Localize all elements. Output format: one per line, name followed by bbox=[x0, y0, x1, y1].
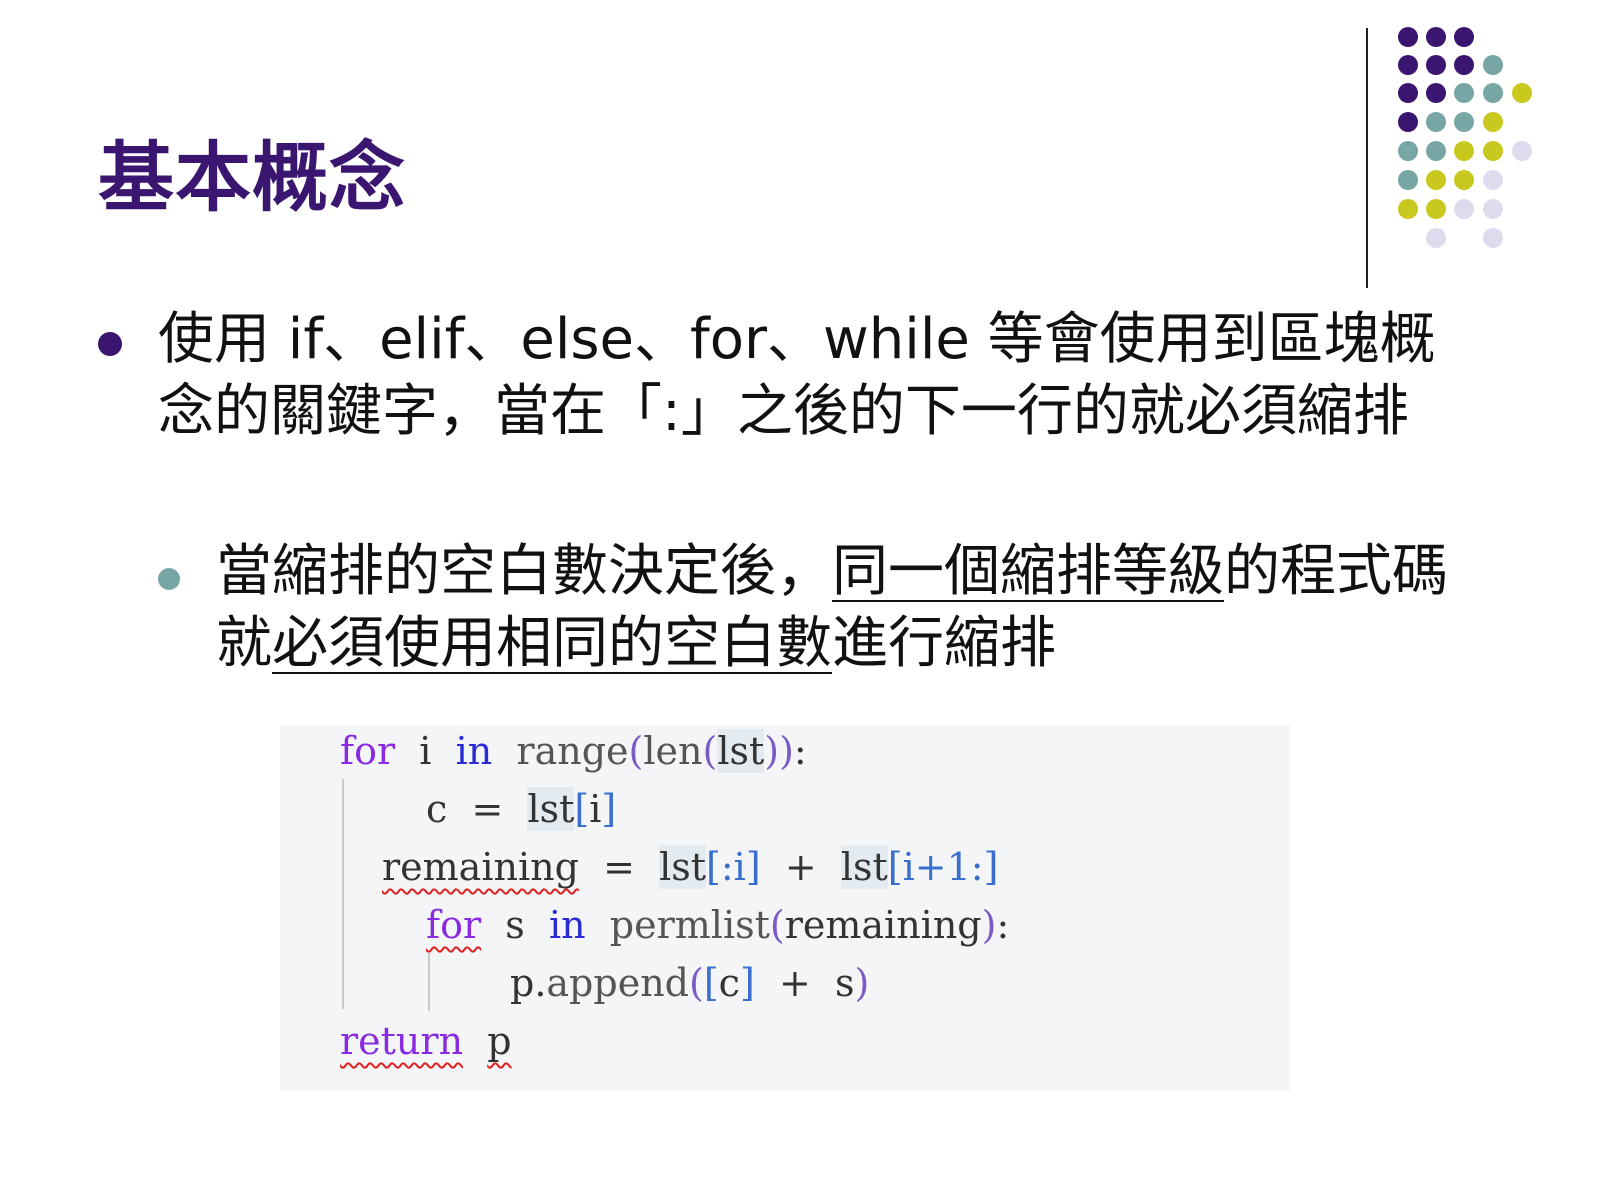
code-variable: p. bbox=[510, 961, 547, 1005]
dot bbox=[1398, 83, 1418, 103]
dot bbox=[1398, 141, 1418, 161]
dot bbox=[1483, 170, 1503, 190]
code-operator: + bbox=[778, 961, 811, 1005]
bullet2-part1: 當縮排的空白數決定後， bbox=[216, 539, 832, 604]
dot bbox=[1454, 199, 1474, 219]
code-function: permlist bbox=[609, 903, 770, 947]
code-paren: ( bbox=[769, 903, 785, 947]
code-colon: : bbox=[793, 729, 807, 773]
dot bbox=[1454, 170, 1474, 190]
code-line-1: for i in range(len(lst)): bbox=[340, 727, 807, 775]
dot bbox=[1426, 83, 1446, 103]
code-slice: [:i] bbox=[706, 845, 761, 889]
bullet2-underlined-2: 必須使用相同的空白數 bbox=[272, 611, 832, 676]
dot bbox=[1426, 170, 1446, 190]
dot bbox=[1454, 83, 1474, 103]
dot bbox=[1398, 170, 1418, 190]
code-bracket: ] bbox=[601, 787, 617, 831]
dot bbox=[1454, 55, 1474, 75]
code-variable: s bbox=[834, 961, 855, 1005]
code-keyword: for bbox=[340, 729, 396, 773]
code-keyword: for bbox=[426, 903, 482, 947]
dot bbox=[1483, 83, 1503, 103]
code-paren: ( bbox=[702, 729, 718, 773]
code-line-3: remaining = lst[:i] + lst[i+1:] bbox=[382, 843, 998, 891]
code-snippet: for i in range(len(lst)): c = lst[i] rem… bbox=[280, 725, 1290, 1091]
dot bbox=[1483, 228, 1503, 248]
dot bbox=[1483, 55, 1503, 75]
dot bbox=[1454, 27, 1474, 47]
indent-guide bbox=[428, 953, 430, 1011]
code-colon: : bbox=[996, 903, 1010, 947]
dot bbox=[1454, 112, 1474, 132]
code-paren: ) bbox=[981, 903, 997, 947]
dot bbox=[1483, 199, 1503, 219]
code-bracket: ] bbox=[739, 961, 755, 1005]
dot bbox=[1483, 141, 1503, 161]
code-keyword: in bbox=[455, 729, 493, 773]
code-variable: remaining bbox=[382, 845, 579, 889]
divider-line bbox=[1366, 28, 1368, 288]
code-function: len bbox=[643, 729, 703, 773]
bullet2-part5: 進行縮排 bbox=[832, 611, 1056, 676]
dot bbox=[1512, 141, 1532, 161]
code-paren: ) bbox=[854, 961, 870, 1005]
code-line-5: p.append([c] + s) bbox=[510, 959, 869, 1007]
code-keyword: return bbox=[340, 1019, 464, 1063]
code-variable: remaining bbox=[784, 903, 982, 947]
code-variable: lst bbox=[527, 787, 575, 831]
code-function: range bbox=[516, 729, 629, 773]
bullet-dot-level2 bbox=[158, 568, 180, 590]
bullet2-text: 當縮排的空白數決定後，同一個縮排等級的程式碼就必須使用相同的空白數進行縮排 bbox=[216, 536, 1486, 680]
dot bbox=[1483, 112, 1503, 132]
code-slice: [i+1:] bbox=[887, 845, 999, 889]
code-variable: p bbox=[487, 1019, 512, 1063]
dot bbox=[1426, 141, 1446, 161]
code-bracket: [ bbox=[574, 787, 590, 831]
dot bbox=[1398, 27, 1418, 47]
dot bbox=[1398, 55, 1418, 75]
code-function: append bbox=[546, 961, 689, 1005]
bullet2-underlined-1: 同一個縮排等級 bbox=[832, 539, 1224, 604]
dot bbox=[1426, 112, 1446, 132]
code-operator: + bbox=[784, 845, 817, 889]
code-variable: s bbox=[505, 903, 525, 947]
dot bbox=[1512, 83, 1532, 103]
dot bbox=[1426, 55, 1446, 75]
dot bbox=[1454, 141, 1474, 161]
bullet-dot-level1 bbox=[98, 332, 122, 356]
code-variable: i bbox=[589, 787, 602, 831]
indent-guide bbox=[342, 779, 344, 1009]
bullet1-text: 使用 if、elif、else、for、while 等會使用到區塊概念的關鍵字，… bbox=[158, 307, 1436, 444]
code-bracket: [ bbox=[703, 961, 719, 1005]
code-variable: c bbox=[426, 787, 448, 831]
code-variable: i bbox=[419, 729, 432, 773]
code-paren: ( bbox=[689, 961, 704, 1005]
code-variable: lst bbox=[717, 729, 765, 773]
code-line-2: c = lst[i] bbox=[426, 785, 616, 833]
code-variable: lst bbox=[659, 845, 707, 889]
slide-title: 基本概念 bbox=[98, 133, 406, 222]
code-variable: c bbox=[718, 961, 740, 1005]
code-paren: ( bbox=[628, 729, 644, 773]
code-paren: )) bbox=[764, 729, 794, 773]
dot bbox=[1398, 199, 1418, 219]
code-keyword: in bbox=[548, 903, 586, 947]
code-operator: = bbox=[603, 845, 635, 889]
code-line-4: for s in permlist(remaining): bbox=[426, 901, 1009, 949]
dot bbox=[1398, 112, 1418, 132]
code-variable: lst bbox=[840, 845, 888, 889]
dot bbox=[1426, 27, 1446, 47]
dot bbox=[1426, 199, 1446, 219]
dot bbox=[1426, 228, 1446, 248]
code-operator: = bbox=[471, 787, 504, 831]
code-line-6: return p bbox=[340, 1017, 512, 1065]
